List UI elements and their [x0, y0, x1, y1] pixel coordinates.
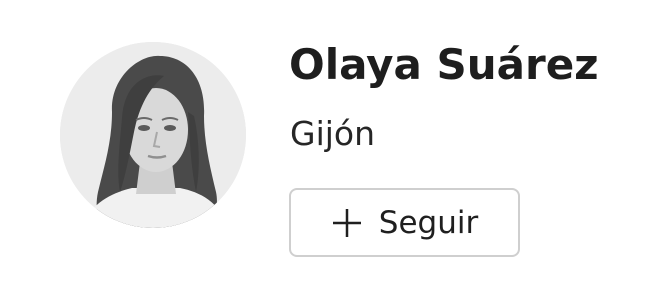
- author-location: Gijón: [290, 114, 376, 153]
- author-card: Olaya Suárez Gijón Seguir: [0, 0, 658, 284]
- plus-icon: [331, 207, 363, 239]
- avatar[interactable]: [60, 42, 246, 228]
- avatar-photo: [60, 42, 246, 228]
- follow-button-label: Seguir: [378, 204, 479, 241]
- follow-button[interactable]: Seguir: [289, 188, 520, 257]
- author-name[interactable]: Olaya Suárez: [289, 40, 599, 89]
